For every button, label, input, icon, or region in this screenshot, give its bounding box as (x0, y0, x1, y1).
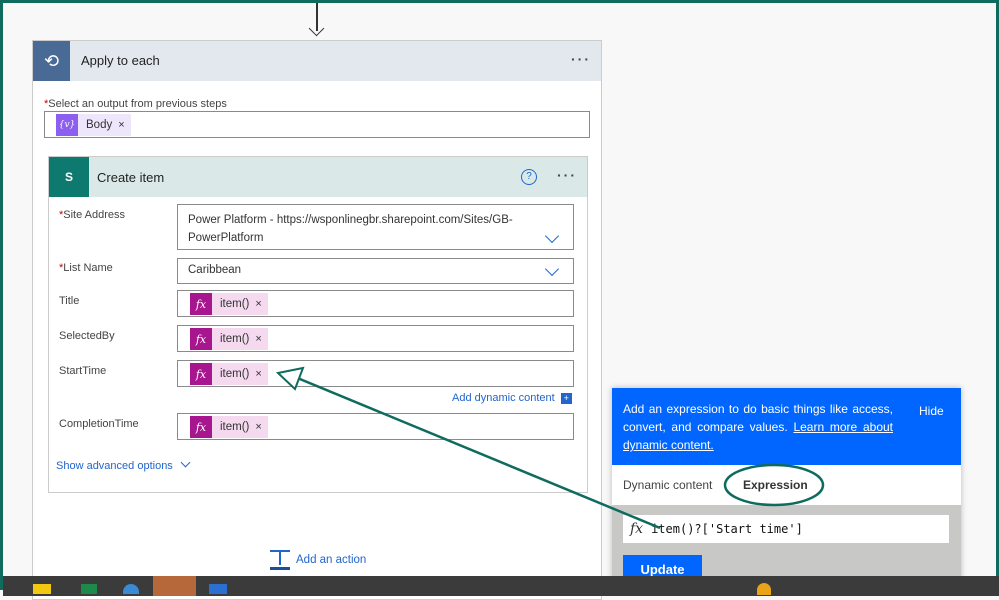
annotation-arrowhead (275, 366, 305, 391)
annotation-ellipse (723, 463, 825, 507)
annotation-overlay (275, 366, 825, 530)
annotation-arrow-line (294, 375, 661, 530)
